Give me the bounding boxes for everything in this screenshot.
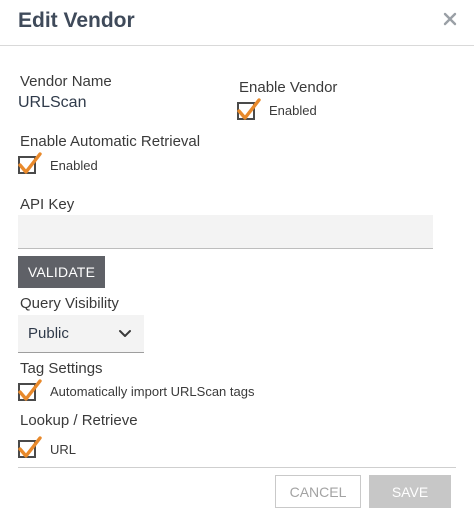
- dialog-header: Edit Vendor: [0, 0, 474, 46]
- edit-vendor-dialog: Edit Vendor Vendor Name URLScan Enable V…: [0, 0, 474, 531]
- check-icon: [18, 379, 42, 401]
- save-button[interactable]: SAVE: [369, 475, 451, 508]
- check-icon: [18, 436, 42, 458]
- api-key-input[interactable]: [18, 215, 433, 249]
- close-icon[interactable]: [441, 10, 459, 28]
- lookup-url-checkbox-label: URL: [50, 442, 77, 457]
- lookup-url-checkbox[interactable]: [17, 435, 43, 461]
- cancel-button[interactable]: CANCEL: [275, 475, 361, 508]
- validate-button[interactable]: VALIDATE: [18, 256, 105, 288]
- query-visibility-selected: Public: [28, 325, 69, 342]
- tag-settings-checkbox[interactable]: [17, 378, 43, 404]
- tag-settings-checkbox-label: Automatically import URLScan tags: [50, 384, 255, 399]
- tag-settings-label: Tag Settings: [20, 360, 103, 377]
- query-visibility-select[interactable]: Public: [18, 315, 144, 353]
- vendor-name-label: Vendor Name: [20, 73, 112, 90]
- dialog-title: Edit Vendor: [18, 9, 135, 32]
- chevron-down-icon: [119, 330, 131, 337]
- vendor-name-value: URLScan: [18, 94, 87, 111]
- footer-divider: [18, 467, 456, 468]
- auto-retrieval-checkbox[interactable]: [17, 151, 43, 177]
- api-key-label: API Key: [20, 196, 75, 213]
- check-icon: [237, 98, 261, 120]
- auto-retrieval-checkbox-label: Enabled: [50, 158, 98, 173]
- query-visibility-label: Query Visibility: [20, 295, 119, 312]
- lookup-retrieve-label: Lookup / Retrieve: [20, 412, 138, 429]
- enable-vendor-checkbox[interactable]: [236, 97, 262, 123]
- auto-retrieval-label: Enable Automatic Retrieval: [20, 133, 201, 150]
- enable-vendor-checkbox-label: Enabled: [269, 103, 317, 118]
- check-icon: [18, 152, 42, 174]
- enable-vendor-label: Enable Vendor: [239, 79, 338, 96]
